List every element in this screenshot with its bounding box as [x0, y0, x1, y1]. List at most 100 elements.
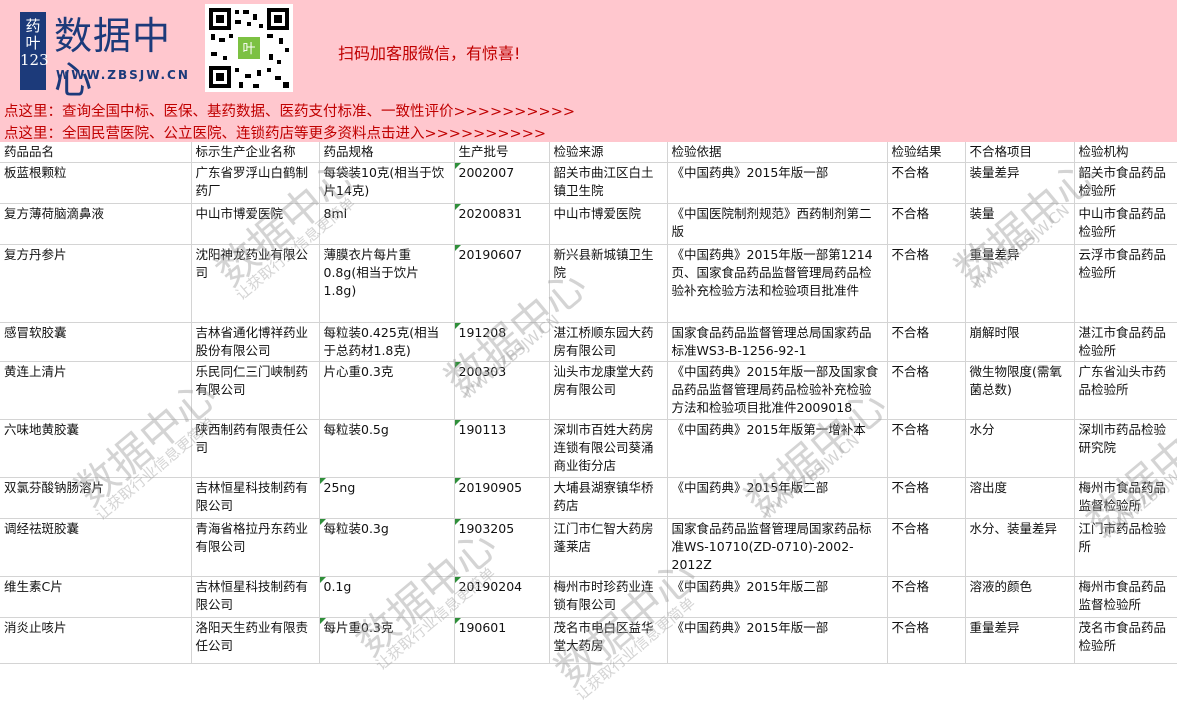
cell-result[interactable]: 不合格: [887, 322, 966, 362]
cell-specification[interactable]: 薄膜衣片每片重0.8g(相当于饮片1.8g): [319, 244, 455, 323]
cell-result[interactable]: 不合格: [887, 477, 966, 519]
query-data-link[interactable]: 点这里：查询全国中标、医保、基药数据、医药支付标准、一致性评价>>>>>>>>>…: [4, 100, 575, 121]
cell-batch-number[interactable]: 191208: [454, 322, 550, 362]
cell-result[interactable]: 不合格: [887, 361, 966, 420]
cell-inspection-agency[interactable]: 江门市药品检验所: [1074, 518, 1177, 577]
cell-inspection-agency[interactable]: 茂名市食品药品检验所: [1074, 617, 1177, 664]
cell-failed-item[interactable]: 崩解时限: [965, 322, 1075, 362]
cell-drug-name[interactable]: 六味地黄胶囊: [0, 419, 192, 478]
cell-inspection-basis[interactable]: 《中国药典》2015年版一部第1214页、国家食品药品监督管理局药品检验补充检验…: [667, 244, 888, 323]
cell-result[interactable]: 不合格: [887, 518, 966, 577]
cell-inspection-basis[interactable]: 《中国药典》2015年版第一增补本: [667, 419, 888, 478]
cell-manufacturer[interactable]: 青海省格拉丹东药业有限公司: [191, 518, 320, 577]
cell-failed-item[interactable]: 重量差异: [965, 244, 1075, 323]
cell-inspection-agency[interactable]: 梅州市食品药品监督检验所: [1074, 576, 1177, 618]
cell-result[interactable]: 不合格: [887, 419, 966, 478]
cell-failed-item[interactable]: 微生物限度(需氧菌总数): [965, 361, 1075, 420]
cell-failed-item[interactable]: 装量: [965, 203, 1075, 245]
cell-sample-source[interactable]: 湛江桥顺东园大药房有限公司: [549, 322, 668, 362]
column-header-manufacturer[interactable]: 标示生产企业名称: [191, 142, 320, 163]
cell-manufacturer[interactable]: 吉林省通化博祥药业股份有限公司: [191, 322, 320, 362]
cell-drug-name[interactable]: 调经祛斑胶囊: [0, 518, 192, 577]
cell-batch-number[interactable]: 1903205: [454, 518, 550, 577]
cell-result[interactable]: 不合格: [887, 576, 966, 618]
site-logo[interactable]: 药叶123 数据中心 WWW.ZBSJW.CN: [18, 8, 188, 102]
cell-specification[interactable]: 每粒装0.5g: [319, 419, 455, 478]
cell-drug-name[interactable]: 消炎止咳片: [0, 617, 192, 664]
cell-inspection-agency[interactable]: 梅州市食品药品监督检验所: [1074, 477, 1177, 519]
cell-inspection-agency[interactable]: 广东省汕头市药品检验所: [1074, 361, 1177, 420]
cell-inspection-basis[interactable]: 《中国药典》2015年版二部: [667, 477, 888, 519]
cell-drug-name[interactable]: 黄连上清片: [0, 361, 192, 420]
cell-drug-name[interactable]: 感冒软胶囊: [0, 322, 192, 362]
cell-drug-name[interactable]: 复方丹参片: [0, 244, 192, 323]
cell-sample-source[interactable]: 新兴县新城镇卫生院: [549, 244, 668, 323]
cell-sample-source[interactable]: 大埔县湖寮镇华桥药店: [549, 477, 668, 519]
cell-manufacturer[interactable]: 中山市博爱医院: [191, 203, 320, 245]
cell-manufacturer[interactable]: 吉林恒星科技制药有限公司: [191, 477, 320, 519]
cell-specification[interactable]: 每粒装0.425克(相当于总药材1.8克): [319, 322, 455, 362]
cell-inspection-agency[interactable]: 韶关市食品药品检验所: [1074, 162, 1177, 204]
column-header-inspection-agency[interactable]: 检验机构: [1074, 142, 1177, 163]
cell-failed-item[interactable]: 重量差异: [965, 617, 1075, 664]
cell-batch-number[interactable]: 190113: [454, 419, 550, 478]
cell-manufacturer[interactable]: 沈阳神龙药业有限公司: [191, 244, 320, 323]
cell-batch-number[interactable]: 20190905: [454, 477, 550, 519]
cell-manufacturer[interactable]: 广东省罗浮山白鹤制药厂: [191, 162, 320, 204]
cell-batch-number[interactable]: 20200831: [454, 203, 550, 245]
cell-sample-source[interactable]: 茂名市电白区益华堂大药房: [549, 617, 668, 664]
cell-inspection-basis[interactable]: 《中国药典》2015年版一部: [667, 617, 888, 664]
cell-specification[interactable]: 每袋装10克(相当于饮片14克): [319, 162, 455, 204]
cell-sample-source[interactable]: 中山市博爱医院: [549, 203, 668, 245]
cell-failed-item[interactable]: 溶液的颜色: [965, 576, 1075, 618]
cell-specification[interactable]: 每粒装0.3g: [319, 518, 455, 577]
cell-sample-source[interactable]: 韶关市曲江区白土镇卫生院: [549, 162, 668, 204]
cell-sample-source[interactable]: 江门市仁智大药房蓬莱店: [549, 518, 668, 577]
cell-batch-number[interactable]: 2002007: [454, 162, 550, 204]
cell-failed-item[interactable]: 溶出度: [965, 477, 1075, 519]
cell-manufacturer[interactable]: 乐民同仁三门峡制药有限公司: [191, 361, 320, 420]
column-header-specification[interactable]: 药品规格: [319, 142, 455, 163]
cell-sample-source[interactable]: 梅州市时珍药业连锁有限公司: [549, 576, 668, 618]
column-header-failed-item[interactable]: 不合格项目: [965, 142, 1075, 163]
column-header-drug-name[interactable]: 药品品名: [0, 142, 192, 163]
cell-inspection-basis[interactable]: 《中国医院制剂规范》西药制剂第二版: [667, 203, 888, 245]
cell-manufacturer[interactable]: 洛阳天生药业有限责任公司: [191, 617, 320, 664]
column-header-sample-source[interactable]: 检验来源: [549, 142, 668, 163]
cell-drug-name[interactable]: 维生素C片: [0, 576, 192, 618]
cell-failed-item[interactable]: 水分、装量差异: [965, 518, 1075, 577]
column-header-inspection-basis[interactable]: 检验依据: [667, 142, 888, 163]
cell-inspection-basis[interactable]: 国家食品药品监督管理总局国家药品标准WS3-B-1256-92-1: [667, 322, 888, 362]
cell-result[interactable]: 不合格: [887, 203, 966, 245]
cell-batch-number[interactable]: 200303: [454, 361, 550, 420]
cell-sample-source[interactable]: 深圳市百姓大药房连锁有限公司葵涌商业街分店: [549, 419, 668, 478]
cell-failed-item[interactable]: 装量差异: [965, 162, 1075, 204]
cell-inspection-agency[interactable]: 云浮市食品药品检验所: [1074, 244, 1177, 323]
cell-batch-number[interactable]: 20190204: [454, 576, 550, 618]
column-header-batch-number[interactable]: 生产批号: [454, 142, 550, 163]
cell-specification[interactable]: 0.1g: [319, 576, 455, 618]
cell-batch-number[interactable]: 20190607: [454, 244, 550, 323]
column-header-result[interactable]: 检验结果: [887, 142, 966, 163]
cell-specification[interactable]: 25ng: [319, 477, 455, 519]
cell-result[interactable]: 不合格: [887, 617, 966, 664]
cell-drug-name[interactable]: 板蓝根颗粒: [0, 162, 192, 204]
cell-sample-source[interactable]: 汕头市龙康堂大药房有限公司: [549, 361, 668, 420]
cell-inspection-agency[interactable]: 湛江市食品药品检验所: [1074, 322, 1177, 362]
cell-inspection-basis[interactable]: 国家食品药品监督管理局国家药品标准WS-10710(ZD-0710)-2002-…: [667, 518, 888, 577]
cell-inspection-agency[interactable]: 深圳市药品检验研究院: [1074, 419, 1177, 478]
cell-drug-name[interactable]: 双氯芬酸钠肠溶片: [0, 477, 192, 519]
hospital-data-link[interactable]: 点这里：全国民营医院、公立医院、连锁药店等更多资料点击进入>>>>>>>>>>: [4, 122, 546, 143]
cell-batch-number[interactable]: 190601: [454, 617, 550, 664]
cell-specification[interactable]: 片心重0.3克: [319, 361, 455, 420]
cell-inspection-basis[interactable]: 《中国药典》2015年版一部: [667, 162, 888, 204]
cell-drug-name[interactable]: 复方薄荷脑滴鼻液: [0, 203, 192, 245]
cell-failed-item[interactable]: 水分: [965, 419, 1075, 478]
cell-inspection-basis[interactable]: 《中国药典》2015年版一部及国家食品药品监督管理局药品检验补充检验方法和检验项…: [667, 361, 888, 420]
cell-manufacturer[interactable]: 陕西制药有限责任公司: [191, 419, 320, 478]
cell-specification[interactable]: 每片重0.3克: [319, 617, 455, 664]
cell-result[interactable]: 不合格: [887, 162, 966, 204]
cell-inspection-agency[interactable]: 中山市食品药品检验所: [1074, 203, 1177, 245]
cell-result[interactable]: 不合格: [887, 244, 966, 323]
cell-manufacturer[interactable]: 吉林恒星科技制药有限公司: [191, 576, 320, 618]
